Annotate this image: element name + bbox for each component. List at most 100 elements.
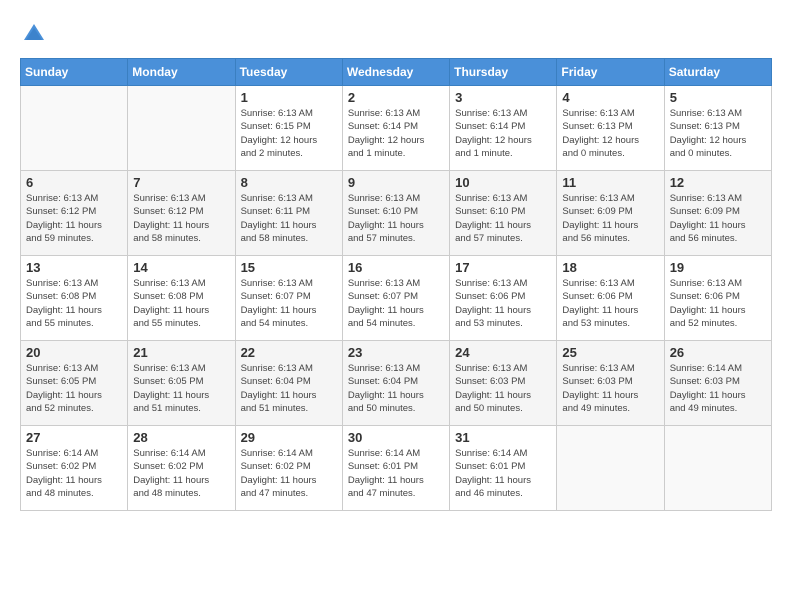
calendar-cell: 31 Sunrise: 6:14 AMSunset: 6:01 PMDayligh… <box>450 426 557 511</box>
calendar-cell: 16 Sunrise: 6:13 AMSunset: 6:07 PMDayligh… <box>342 256 449 341</box>
calendar-cell: 14 Sunrise: 6:13 AMSunset: 6:08 PMDayligh… <box>128 256 235 341</box>
day-info: Sunrise: 6:13 AMSunset: 6:03 PMDaylight:… <box>455 362 551 415</box>
day-info: Sunrise: 6:13 AMSunset: 6:13 PMDaylight:… <box>562 107 658 160</box>
day-info: Sunrise: 6:13 AMSunset: 6:07 PMDaylight:… <box>348 277 444 330</box>
weekday-header-monday: Monday <box>128 59 235 86</box>
calendar-cell: 25 Sunrise: 6:13 AMSunset: 6:03 PMDayligh… <box>557 341 664 426</box>
calendar-cell: 8 Sunrise: 6:13 AMSunset: 6:11 PMDaylight… <box>235 171 342 256</box>
weekday-header-friday: Friday <box>557 59 664 86</box>
day-info: Sunrise: 6:14 AMSunset: 6:02 PMDaylight:… <box>26 447 122 500</box>
day-info: Sunrise: 6:13 AMSunset: 6:08 PMDaylight:… <box>133 277 229 330</box>
calendar-week-row: 27 Sunrise: 6:14 AMSunset: 6:02 PMDayligh… <box>21 426 772 511</box>
calendar-cell: 5 Sunrise: 6:13 AMSunset: 6:13 PMDaylight… <box>664 86 771 171</box>
calendar-cell: 6 Sunrise: 6:13 AMSunset: 6:12 PMDaylight… <box>21 171 128 256</box>
day-info: Sunrise: 6:13 AMSunset: 6:11 PMDaylight:… <box>241 192 337 245</box>
calendar-cell: 30Sunrise: 6:14 AMSunset: 6:01 PMDayligh… <box>342 426 449 511</box>
weekday-header-wednesday: Wednesday <box>342 59 449 86</box>
page-header <box>20 20 772 48</box>
calendar-cell: 28 Sunrise: 6:14 AMSunset: 6:02 PMDayligh… <box>128 426 235 511</box>
day-number: 24 <box>455 345 551 360</box>
day-info: Sunrise: 6:13 AMSunset: 6:08 PMDaylight:… <box>26 277 122 330</box>
day-info: Sunrise: 6:13 AMSunset: 6:05 PMDaylight:… <box>26 362 122 415</box>
calendar-cell: 10 Sunrise: 6:13 AMSunset: 6:10 PMDayligh… <box>450 171 557 256</box>
day-info: Sunrise: 6:14 AMSunset: 6:01 PMDaylight:… <box>348 447 444 500</box>
day-number: 29 <box>241 430 337 445</box>
calendar-cell: 20 Sunrise: 6:13 AMSunset: 6:05 PMDayligh… <box>21 341 128 426</box>
calendar-week-row: 1Sunrise: 6:13 AMSunset: 6:15 PMDaylight… <box>21 86 772 171</box>
day-number: 8 <box>241 175 337 190</box>
day-info: Sunrise: 6:13 AMSunset: 6:06 PMDaylight:… <box>670 277 766 330</box>
calendar-week-row: 13Sunrise: 6:13 AMSunset: 6:08 PMDayligh… <box>21 256 772 341</box>
calendar-cell: 22Sunrise: 6:13 AMSunset: 6:04 PMDayligh… <box>235 341 342 426</box>
day-info: Sunrise: 6:13 AMSunset: 6:14 PMDaylight:… <box>455 107 551 160</box>
day-number: 25 <box>562 345 658 360</box>
day-number: 23 <box>348 345 444 360</box>
logo-icon <box>20 20 48 48</box>
day-info: Sunrise: 6:13 AMSunset: 6:09 PMDaylight:… <box>670 192 766 245</box>
calendar-cell: 19 Sunrise: 6:13 AMSunset: 6:06 PMDayligh… <box>664 256 771 341</box>
calendar-cell: 24 Sunrise: 6:13 AMSunset: 6:03 PMDayligh… <box>450 341 557 426</box>
calendar-cell: 12 Sunrise: 6:13 AMSunset: 6:09 PMDayligh… <box>664 171 771 256</box>
weekday-header-sunday: Sunday <box>21 59 128 86</box>
calendar-cell: 21 Sunrise: 6:13 AMSunset: 6:05 PMDayligh… <box>128 341 235 426</box>
day-info: Sunrise: 6:14 AMSunset: 6:01 PMDaylight:… <box>455 447 551 500</box>
day-number: 11 <box>562 175 658 190</box>
day-number: 5 <box>670 90 766 105</box>
day-info: Sunrise: 6:13 AMSunset: 6:04 PMDaylight:… <box>348 362 444 415</box>
day-info: Sunrise: 6:13 AMSunset: 6:12 PMDaylight:… <box>133 192 229 245</box>
day-info: Sunrise: 6:13 AMSunset: 6:10 PMDaylight:… <box>455 192 551 245</box>
day-number: 16 <box>348 260 444 275</box>
calendar-cell: 15 Sunrise: 6:13 AMSunset: 6:07 PMDayligh… <box>235 256 342 341</box>
calendar-cell: 29 Sunrise: 6:14 AMSunset: 6:02 PMDayligh… <box>235 426 342 511</box>
day-number: 10 <box>455 175 551 190</box>
day-info: Sunrise: 6:14 AMSunset: 6:03 PMDaylight:… <box>670 362 766 415</box>
day-info: Sunrise: 6:13 AMSunset: 6:03 PMDaylight:… <box>562 362 658 415</box>
day-info: Sunrise: 6:13 AMSunset: 6:07 PMDaylight:… <box>241 277 337 330</box>
calendar-cell: 4 Sunrise: 6:13 AMSunset: 6:13 PMDaylight… <box>557 86 664 171</box>
logo <box>20 20 52 48</box>
day-info: Sunrise: 6:14 AMSunset: 6:02 PMDaylight:… <box>241 447 337 500</box>
calendar-cell: 3 Sunrise: 6:13 AMSunset: 6:14 PMDaylight… <box>450 86 557 171</box>
day-number: 6 <box>26 175 122 190</box>
day-number: 28 <box>133 430 229 445</box>
calendar-cell: 9Sunrise: 6:13 AMSunset: 6:10 PMDaylight… <box>342 171 449 256</box>
calendar-cell <box>664 426 771 511</box>
day-number: 26 <box>670 345 766 360</box>
weekday-header-row: SundayMondayTuesdayWednesdayThursdayFrid… <box>21 59 772 86</box>
day-number: 18 <box>562 260 658 275</box>
weekday-header-thursday: Thursday <box>450 59 557 86</box>
day-info: Sunrise: 6:13 AMSunset: 6:12 PMDaylight:… <box>26 192 122 245</box>
calendar-cell: 1Sunrise: 6:13 AMSunset: 6:15 PMDaylight… <box>235 86 342 171</box>
calendar-cell: 11 Sunrise: 6:13 AMSunset: 6:09 PMDayligh… <box>557 171 664 256</box>
day-number: 20 <box>26 345 122 360</box>
day-number: 15 <box>241 260 337 275</box>
day-number: 17 <box>455 260 551 275</box>
day-number: 2 <box>348 90 444 105</box>
calendar-cell: 2 Sunrise: 6:13 AMSunset: 6:14 PMDaylight… <box>342 86 449 171</box>
day-info: Sunrise: 6:13 AMSunset: 6:06 PMDaylight:… <box>562 277 658 330</box>
calendar-cell: 18 Sunrise: 6:13 AMSunset: 6:06 PMDayligh… <box>557 256 664 341</box>
day-number: 14 <box>133 260 229 275</box>
calendar-cell <box>21 86 128 171</box>
day-info: Sunrise: 6:13 AMSunset: 6:06 PMDaylight:… <box>455 277 551 330</box>
day-number: 3 <box>455 90 551 105</box>
calendar-cell <box>557 426 664 511</box>
calendar-cell <box>128 86 235 171</box>
day-number: 31 <box>455 430 551 445</box>
day-info: Sunrise: 6:13 AMSunset: 6:13 PMDaylight:… <box>670 107 766 160</box>
calendar-week-row: 20 Sunrise: 6:13 AMSunset: 6:05 PMDayligh… <box>21 341 772 426</box>
calendar-table: SundayMondayTuesdayWednesdayThursdayFrid… <box>20 58 772 511</box>
day-number: 27 <box>26 430 122 445</box>
day-number: 12 <box>670 175 766 190</box>
day-info: Sunrise: 6:13 AMSunset: 6:14 PMDaylight:… <box>348 107 444 160</box>
day-number: 7 <box>133 175 229 190</box>
day-info: Sunrise: 6:13 AMSunset: 6:15 PMDaylight:… <box>241 107 337 160</box>
day-number: 9 <box>348 175 444 190</box>
day-info: Sunrise: 6:13 AMSunset: 6:09 PMDaylight:… <box>562 192 658 245</box>
day-number: 21 <box>133 345 229 360</box>
day-info: Sunrise: 6:14 AMSunset: 6:02 PMDaylight:… <box>133 447 229 500</box>
day-info: Sunrise: 6:13 AMSunset: 6:05 PMDaylight:… <box>133 362 229 415</box>
day-number: 4 <box>562 90 658 105</box>
weekday-header-saturday: Saturday <box>664 59 771 86</box>
day-number: 19 <box>670 260 766 275</box>
